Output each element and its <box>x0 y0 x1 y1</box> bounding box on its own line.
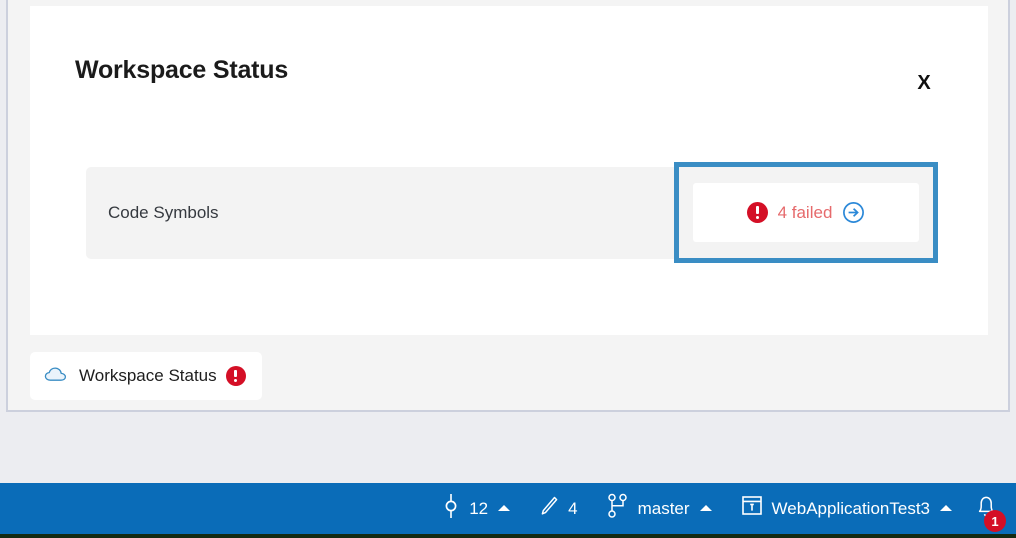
page-title: Workspace Status <box>75 56 289 84</box>
status-bar: 12 4 master WebApplicationTest3 1 <box>0 483 1016 534</box>
failed-status-button[interactable]: 4 failed <box>693 183 919 242</box>
error-circle-icon <box>746 202 768 223</box>
notification-count-badge: 1 <box>984 510 1006 532</box>
table-row: Code Symbols 4 failed <box>86 162 938 263</box>
caret-up-icon[interactable] <box>940 504 952 511</box>
pending-changes-count: 12 <box>469 498 489 518</box>
repository-icon <box>740 493 764 524</box>
workspace-status-panel: Workspace Status X Code Symbols 4 failed <box>6 0 1010 412</box>
status-action-highlight: 4 failed <box>674 162 938 263</box>
status-bar-item-repository[interactable]: WebApplicationTest3 <box>726 483 966 534</box>
close-button[interactable]: X <box>910 70 938 96</box>
pending-changes-icon <box>441 493 461 524</box>
caret-up-icon[interactable] <box>699 504 712 511</box>
workspace-status-card: Workspace Status X Code Symbols 4 failed <box>30 6 988 335</box>
arrow-right-circle-icon[interactable] <box>842 201 865 224</box>
editor-gap-area <box>0 412 1016 483</box>
status-badge: 4 failed <box>777 202 833 222</box>
status-bar-item-branch[interactable]: master <box>592 483 726 534</box>
bottom-strip <box>0 534 1016 538</box>
caret-up-icon[interactable] <box>498 504 511 511</box>
status-bar-item-pending-changes[interactable]: 12 <box>427 483 524 534</box>
card-header: Workspace Status X <box>30 6 988 126</box>
screen-root: Workspace Status X Code Symbols 4 failed <box>0 0 1016 538</box>
notifications-button[interactable]: 1 <box>966 483 1006 534</box>
status-row-label: Code Symbols <box>108 203 219 222</box>
cloud-icon <box>44 365 70 388</box>
unsaved-edits-count: 4 <box>568 498 578 518</box>
repository-name: WebApplicationTest3 <box>771 498 930 518</box>
branch-name: master <box>637 498 690 518</box>
dock-tab-label: Workspace Status <box>79 366 217 385</box>
pencil-edit-icon <box>538 494 560 523</box>
source-branch-icon <box>606 493 630 524</box>
error-circle-icon <box>225 366 246 386</box>
dock-tab-workspace-status[interactable]: Workspace Status <box>30 352 262 400</box>
status-bar-item-unsaved-edits[interactable]: 4 <box>524 483 591 534</box>
